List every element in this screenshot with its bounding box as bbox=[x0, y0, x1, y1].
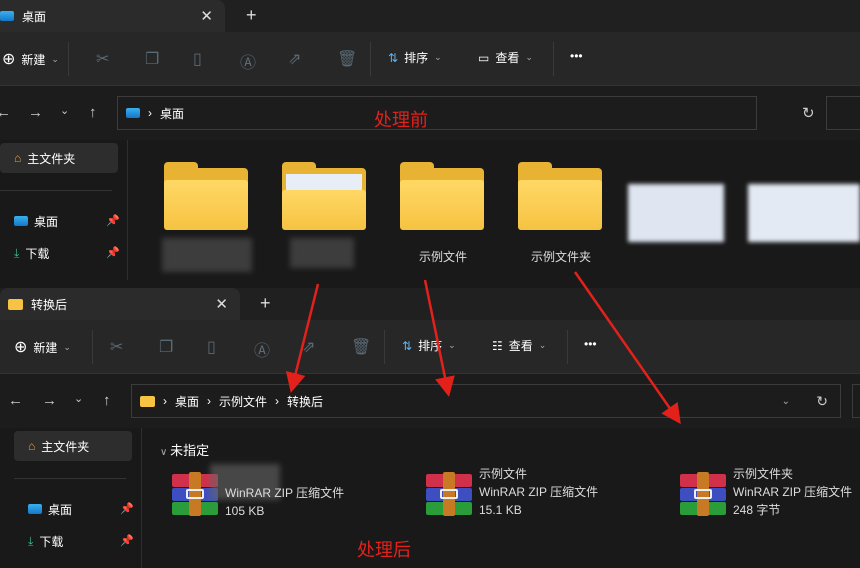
arrow bbox=[423, 279, 455, 397]
arrow bbox=[573, 271, 681, 425]
arrow bbox=[285, 283, 320, 393]
annotation-arrows bbox=[285, 271, 681, 425]
